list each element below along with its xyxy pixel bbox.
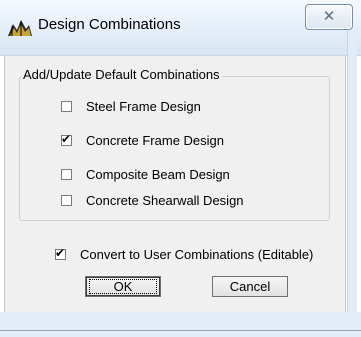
concrete-frame-design-checkbox[interactable]: ✔ xyxy=(61,132,72,146)
steel-frame-design-label: Steel Frame Design xyxy=(86,99,201,114)
app-icon xyxy=(8,20,32,36)
concrete-frame-design-label: Concrete Frame Design xyxy=(86,133,224,148)
frame-divider xyxy=(0,330,361,331)
convert-to-user-combinations-option[interactable]: ✔ Convert to User Combinations (Editable… xyxy=(55,246,314,262)
cancel-button[interactable]: Cancel xyxy=(212,276,288,297)
ok-button[interactable]: OK xyxy=(85,276,161,297)
cancel-button-label: Cancel xyxy=(229,279,271,294)
design-combinations-dialog: Design Combinations ✕ Add/Update Default… xyxy=(0,0,361,337)
convert-to-user-combinations-checkbox[interactable]: ✔ xyxy=(55,246,66,260)
window-title: Design Combinations xyxy=(38,16,181,33)
concrete-shearwall-design-label: Concrete Shearwall Design xyxy=(86,193,244,208)
composite-beam-design-label: Composite Beam Design xyxy=(86,167,230,182)
window-frame-bottom xyxy=(0,312,361,337)
concrete-frame-design-option[interactable]: ✔ Concrete Frame Design xyxy=(61,132,224,148)
composite-beam-design-checkbox[interactable] xyxy=(61,169,72,180)
concrete-shearwall-design-option[interactable]: Concrete Shearwall Design xyxy=(61,193,244,208)
title-bar[interactable]: Design Combinations ✕ xyxy=(0,0,361,56)
check-icon: ✔ xyxy=(61,132,72,146)
steel-frame-design-checkbox[interactable] xyxy=(61,101,72,112)
ok-button-label: OK xyxy=(113,279,133,294)
dialog-client-area: Add/Update Default Combinations Steel Fr… xyxy=(4,56,346,312)
convert-to-user-combinations-label: Convert to User Combinations (Editable) xyxy=(80,247,314,262)
close-icon: ✕ xyxy=(322,8,336,25)
group-legend: Add/Update Default Combinations xyxy=(21,67,222,82)
concrete-shearwall-design-checkbox[interactable] xyxy=(61,195,72,206)
composite-beam-design-option[interactable]: Composite Beam Design xyxy=(61,167,230,182)
check-icon: ✔ xyxy=(55,246,66,260)
steel-frame-design-option[interactable]: Steel Frame Design xyxy=(61,99,201,114)
close-button[interactable]: ✕ xyxy=(305,4,353,30)
window-frame-right xyxy=(347,30,357,330)
